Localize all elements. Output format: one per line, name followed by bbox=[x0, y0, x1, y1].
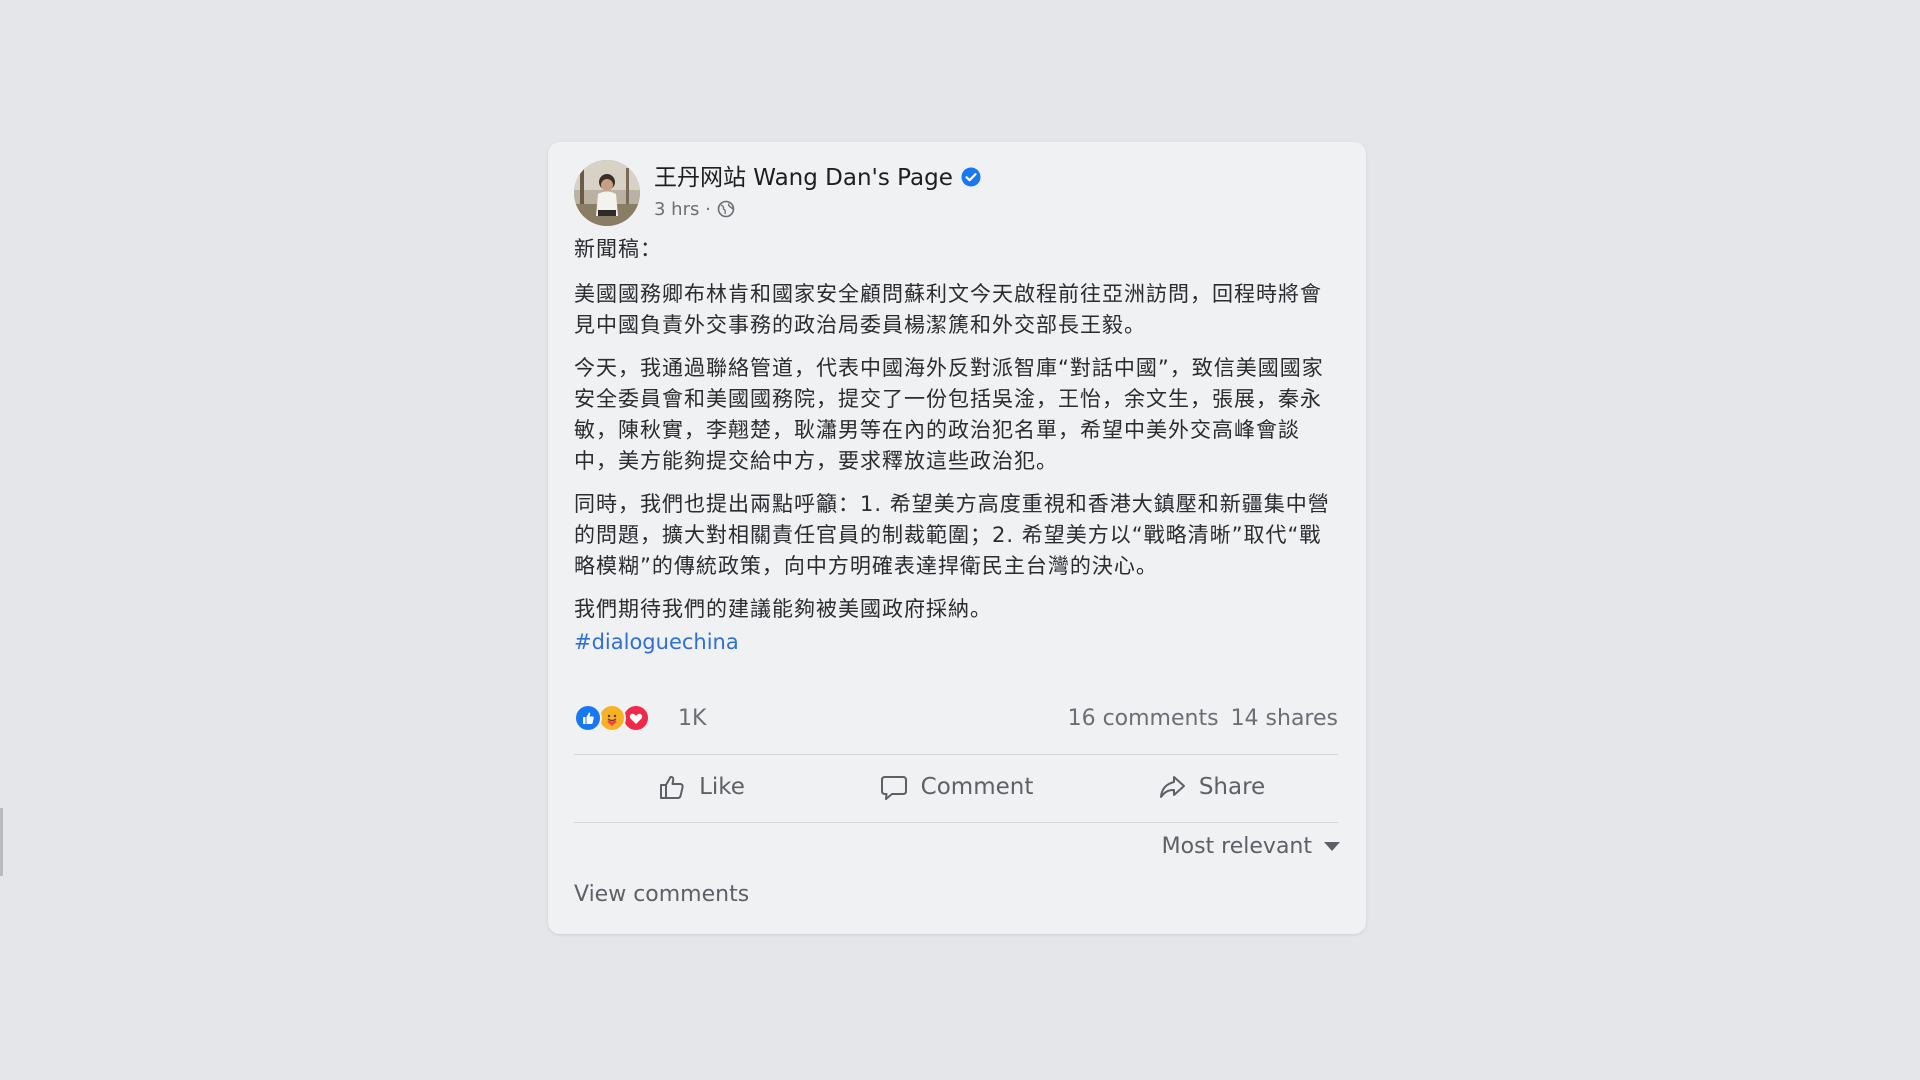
hashtag-link[interactable]: #dialoguechina bbox=[574, 627, 1338, 658]
post-time[interactable]: 3 hrs · bbox=[654, 199, 711, 220]
page-name[interactable]: 王丹网站 Wang Dan's Page bbox=[654, 164, 981, 192]
share-icon bbox=[1159, 776, 1185, 798]
view-comments-link[interactable]: View comments bbox=[574, 882, 749, 907]
action-bar: Like Comment Share bbox=[574, 757, 1338, 817]
share-label: Share bbox=[1198, 774, 1266, 800]
love-reaction-icon bbox=[622, 704, 650, 732]
care-reaction-icon bbox=[598, 704, 626, 732]
engagement-counts: 16 comments 14 shares bbox=[1068, 706, 1338, 731]
post-meta: 3 hrs · bbox=[654, 199, 735, 221]
comments-count[interactable]: 16 comments bbox=[1068, 706, 1219, 731]
share-button[interactable]: Share bbox=[1084, 757, 1338, 817]
thumbs-up-icon bbox=[660, 775, 684, 799]
post-paragraph: 新聞稿： bbox=[574, 237, 662, 261]
comment-button[interactable]: Comment bbox=[828, 757, 1084, 817]
post-paragraph: 同時，我們也提出兩點呼籲：1. 希望美方高度重視和香港大鎮壓和新疆集中營的問題，… bbox=[574, 492, 1330, 578]
like-button[interactable]: Like bbox=[574, 757, 828, 817]
caret-down-icon bbox=[1324, 842, 1340, 851]
reaction-icons[interactable] bbox=[574, 704, 658, 734]
comment-sort-dropdown[interactable]: Most relevant bbox=[1162, 834, 1340, 859]
post-header: 王丹网站 Wang Dan's Page 3 hrs · bbox=[574, 160, 1334, 226]
post-body: 新聞稿： 美國國務卿布林肯和國家安全顧問蘇利文今天啟程前往亞洲訪問，回程時將會見… bbox=[574, 234, 1338, 658]
comment-icon bbox=[880, 776, 907, 800]
like-label: Like bbox=[699, 774, 745, 800]
page-avatar[interactable] bbox=[574, 160, 640, 226]
verified-badge-icon bbox=[961, 167, 981, 187]
sort-label: Most relevant bbox=[1161, 834, 1312, 859]
post-paragraph: 美國國務卿布林肯和國家安全顧問蘇利文今天啟程前往亞洲訪問，回程時將會見中國負責外… bbox=[574, 282, 1322, 337]
divider-top bbox=[574, 754, 1338, 755]
post-card: 王丹网站 Wang Dan's Page 3 hrs · 新聞稿： 美國國務卿布… bbox=[548, 142, 1366, 934]
globe-icon bbox=[717, 200, 734, 218]
reaction-count[interactable]: 1K bbox=[678, 706, 706, 731]
post-paragraph: 今天，我通過聯絡管道，代表中國海外反對派智庫“對話中國”，致信美國國家安全委員會… bbox=[574, 356, 1324, 473]
screen-edge-mark bbox=[0, 808, 3, 876]
divider-bottom bbox=[574, 822, 1338, 823]
shares-count[interactable]: 14 shares bbox=[1231, 706, 1338, 731]
comment-label: Comment bbox=[920, 774, 1034, 800]
post-paragraph: 我們期待我們的建議能夠被美國政府採納。 bbox=[574, 597, 992, 621]
like-reaction-icon bbox=[574, 704, 602, 732]
reactions-row: 1K 16 comments 14 shares bbox=[574, 702, 1338, 736]
page-name-text[interactable]: 王丹网站 Wang Dan's Page bbox=[654, 165, 953, 191]
